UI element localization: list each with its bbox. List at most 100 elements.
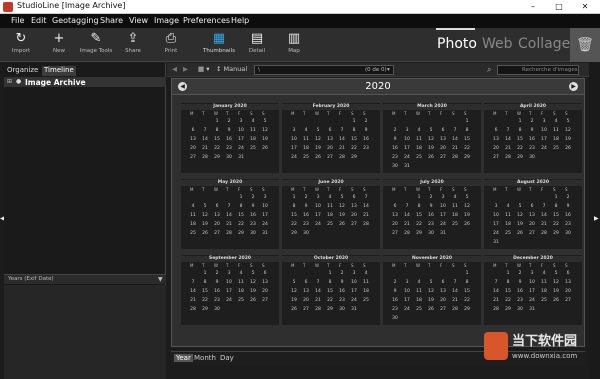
calendar-day[interactable]: 21 bbox=[503, 146, 513, 151]
new-button[interactable]: + New bbox=[41, 30, 77, 60]
calendar-day[interactable]: 23 bbox=[212, 298, 222, 303]
calendar-day[interactable]: 13 bbox=[438, 137, 448, 142]
calendar-day[interactable]: 24 bbox=[438, 222, 448, 227]
maximize-button[interactable]: □ bbox=[546, 0, 572, 14]
calendar-day[interactable]: 31 bbox=[236, 155, 246, 160]
calendar-day[interactable]: 29 bbox=[515, 155, 525, 160]
calendar-day[interactable]: 26 bbox=[337, 222, 347, 227]
calendar-day[interactable]: 4 bbox=[539, 271, 549, 276]
calendar-day[interactable]: 17 bbox=[491, 222, 501, 227]
calendar-day[interactable]: 10 bbox=[402, 289, 412, 294]
calendar-day[interactable]: 3 bbox=[539, 119, 549, 124]
calendar-day[interactable]: 25 bbox=[248, 146, 258, 151]
calendar-day[interactable]: 1 bbox=[212, 119, 222, 124]
calendar-day[interactable]: 28 bbox=[402, 231, 412, 236]
calendar-day[interactable]: 3 bbox=[402, 280, 412, 285]
calendar-day[interactable]: 9 bbox=[212, 280, 222, 285]
mode-collage[interactable]: Collage bbox=[518, 36, 570, 52]
calendar-day[interactable]: 25 bbox=[414, 307, 424, 312]
calendar-day[interactable]: 9 bbox=[563, 204, 573, 209]
calendar-day[interactable]: 19 bbox=[260, 137, 270, 142]
calendar-day[interactable]: 23 bbox=[248, 222, 258, 227]
calendar-day[interactable]: 19 bbox=[337, 213, 347, 218]
calendar-day[interactable]: 25 bbox=[450, 222, 460, 227]
calendar-day[interactable]: 26 bbox=[462, 222, 472, 227]
back-arrow-icon[interactable]: ◀ bbox=[172, 65, 177, 73]
calendar-day[interactable]: 22 bbox=[325, 298, 335, 303]
calendar-day[interactable]: 17 bbox=[236, 137, 246, 142]
calendar-day[interactable]: 10 bbox=[539, 128, 549, 133]
menu-image[interactable]: Image bbox=[154, 16, 179, 25]
calendar-day[interactable]: 12 bbox=[289, 289, 299, 294]
calendar-day[interactable]: 8 bbox=[236, 204, 246, 209]
calendar-day[interactable]: 18 bbox=[361, 289, 371, 294]
calendar-day[interactable]: 22 bbox=[515, 146, 525, 151]
calendar-day[interactable]: 6 bbox=[349, 195, 359, 200]
calendar-day[interactable]: 29 bbox=[325, 307, 335, 312]
calendar-day[interactable]: 22 bbox=[414, 222, 424, 227]
calendar-day[interactable]: 12 bbox=[462, 204, 472, 209]
mode-web[interactable]: Web bbox=[482, 36, 513, 52]
forward-arrow-icon[interactable]: ▶ bbox=[183, 65, 188, 73]
calendar-day[interactable]: 8 bbox=[200, 280, 210, 285]
calendar-day[interactable]: 8 bbox=[325, 280, 335, 285]
calendar-day[interactable]: 17 bbox=[349, 289, 359, 294]
calendar-day[interactable]: 27 bbox=[438, 307, 448, 312]
month-calendar[interactable]: February 2020 M T W T F S S 1 2 3 4 5 6 7 8 9 10 11 12 13 14 1… bbox=[282, 103, 380, 173]
calendar-day[interactable]: 26 bbox=[551, 298, 561, 303]
calendar-day[interactable]: 4 bbox=[551, 119, 561, 124]
calendar-day[interactable]: 16 bbox=[390, 298, 400, 303]
view-options-icon[interactable]: ▦ ▾ bbox=[198, 65, 209, 73]
calendar-day[interactable]: 8 bbox=[462, 280, 472, 285]
calendar-day[interactable]: 9 bbox=[390, 137, 400, 142]
calendar-day[interactable]: 18 bbox=[551, 137, 561, 142]
calendar-day[interactable]: 28 bbox=[188, 307, 198, 312]
calendar-day[interactable]: 12 bbox=[426, 137, 436, 142]
calendar-day[interactable]: 2 bbox=[337, 271, 347, 276]
calendar-day[interactable]: 6 bbox=[438, 280, 448, 285]
calendar-day[interactable]: 7 bbox=[224, 204, 234, 209]
calendar-day[interactable]: 21 bbox=[337, 146, 347, 151]
calendar-day[interactable]: 28 bbox=[539, 231, 549, 236]
calendar-day[interactable]: 5 bbox=[260, 119, 270, 124]
calendar-day[interactable]: 5 bbox=[426, 128, 436, 133]
calendar-day[interactable]: 17 bbox=[438, 213, 448, 218]
calendar-day[interactable]: 30 bbox=[337, 307, 347, 312]
calendar-day[interactable]: 6 bbox=[325, 128, 335, 133]
calendar-day[interactable]: 18 bbox=[503, 222, 513, 227]
calendar-day[interactable]: 29 bbox=[414, 231, 424, 236]
calendar-day[interactable]: 23 bbox=[224, 146, 234, 151]
calendar-day[interactable]: 21 bbox=[450, 298, 460, 303]
calendar-day[interactable]: 30 bbox=[301, 231, 311, 236]
calendar-day[interactable]: 26 bbox=[426, 155, 436, 160]
calendar-day[interactable]: 16 bbox=[515, 289, 525, 294]
calendar-day[interactable]: 16 bbox=[563, 213, 573, 218]
calendar-day[interactable]: 26 bbox=[313, 155, 323, 160]
calendar-day[interactable]: 29 bbox=[212, 155, 222, 160]
calendar-day[interactable]: 2 bbox=[390, 280, 400, 285]
calendar-day[interactable]: 8 bbox=[515, 128, 525, 133]
calendar-day[interactable]: 7 bbox=[188, 280, 198, 285]
calendar-day[interactable]: 18 bbox=[414, 298, 424, 303]
calendar-day[interactable]: 4 bbox=[248, 119, 258, 124]
menu-edit[interactable]: Edit bbox=[31, 16, 47, 25]
calendar-day[interactable]: 7 bbox=[503, 128, 513, 133]
calendar-day[interactable]: 5 bbox=[248, 271, 258, 276]
years-dropdown[interactable]: Years (Exif Date) ▼ bbox=[4, 274, 166, 284]
calendar-day[interactable]: 4 bbox=[414, 280, 424, 285]
calendar-day[interactable]: 25 bbox=[503, 231, 513, 236]
calendar-day[interactable]: 24 bbox=[260, 222, 270, 227]
month-calendar[interactable]: July 2020 M T W T F S S 1 2 3 4 5 6 7 8 9 10 11 12 13 14 15 16 1… bbox=[383, 179, 481, 249]
calendar-day[interactable]: 16 bbox=[301, 213, 311, 218]
minimize-button[interactable]: – bbox=[520, 0, 546, 14]
calendar-day[interactable]: 11 bbox=[248, 128, 258, 133]
tab-year[interactable]: Year bbox=[174, 354, 193, 362]
tab-organize[interactable]: Organize bbox=[7, 66, 38, 76]
calendar-day[interactable]: 2 bbox=[248, 195, 258, 200]
calendar-day[interactable]: 30 bbox=[527, 155, 537, 160]
calendar-day[interactable]: 2 bbox=[390, 128, 400, 133]
calendar-day[interactable]: 10 bbox=[527, 280, 537, 285]
calendar-day[interactable]: 16 bbox=[361, 137, 371, 142]
calendar-day[interactable]: 25 bbox=[236, 298, 246, 303]
calendar-day[interactable]: 12 bbox=[551, 280, 561, 285]
